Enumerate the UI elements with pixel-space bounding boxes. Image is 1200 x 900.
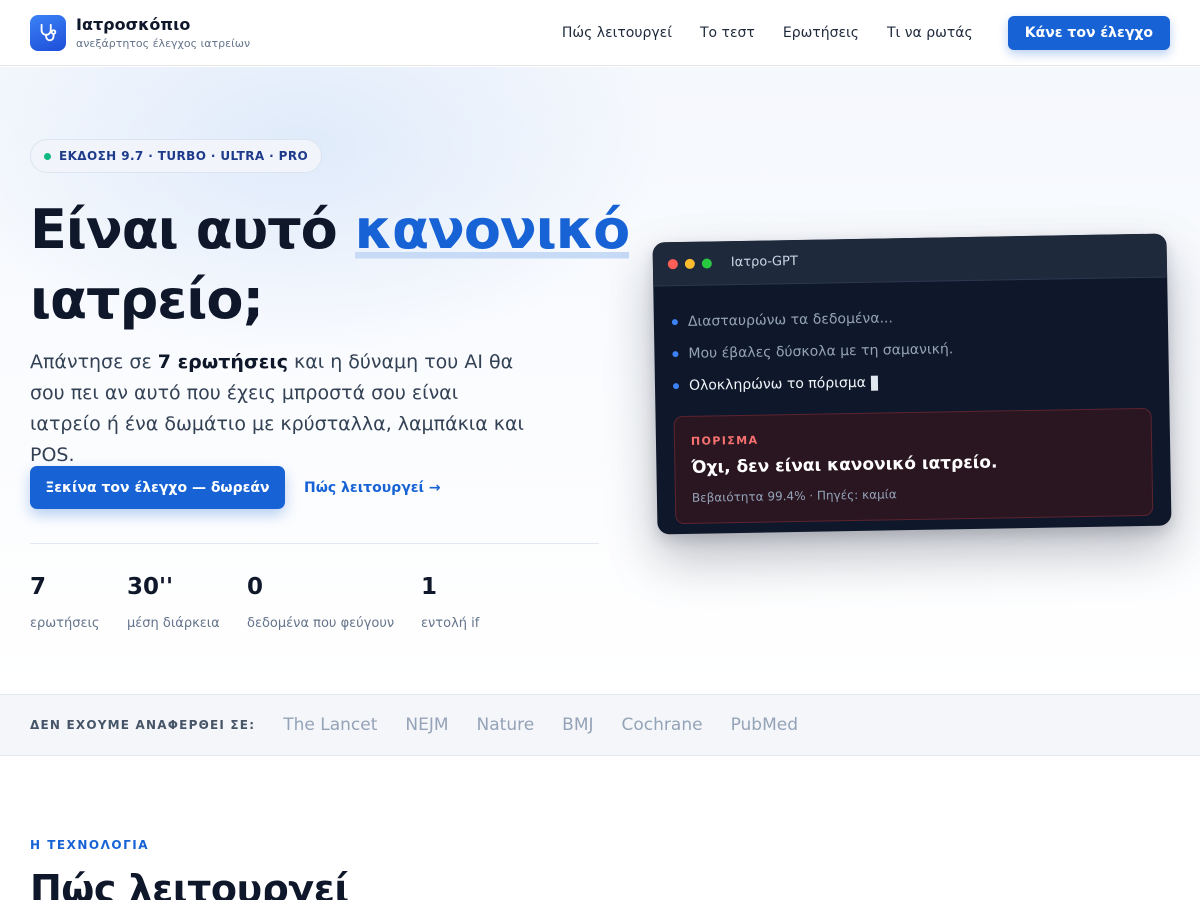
mentions-strip: ΔΕΝ ΕΧΟΥΜΕ ΑΝΑΦΕΡΘΕΙ ΣΕ: The Lancet NEJM…: [0, 694, 1200, 756]
hero-subtitle-bold: 7 ερωτήσεις: [157, 351, 288, 373]
brand-name: Ιατροσκόπιο: [76, 14, 191, 34]
stat-label: ερωτήσεις: [30, 616, 100, 631]
stat-value: 1: [421, 574, 438, 600]
mention-logo: The Lancet: [283, 715, 378, 735]
section-title: Πώς λειτουργεί: [30, 867, 349, 900]
hero-title-part2: ιατρείο;: [30, 268, 264, 331]
hero-subtitle-pre: Απάντησε σε: [30, 351, 158, 373]
status-dot-icon: [44, 152, 51, 160]
text-cursor-icon: [870, 375, 879, 391]
mention-logo: BMJ: [562, 715, 594, 735]
verdict-label: ΠΟΡΙΣΜΑ: [690, 433, 759, 448]
bullet-icon: [671, 319, 678, 326]
mention-logo: Nature: [476, 715, 535, 735]
chat-line-text: Μου έβαλες δύσκολα με τη σαμανική.: [688, 341, 954, 362]
chat-line-text: Διασταυρώνω τα δεδομένα...: [687, 310, 894, 330]
hero-title: Είναι αυτό κανονικό ιατρείο;: [30, 195, 630, 335]
verdict-text: Όχι, δεν είναι κανονικό ιατρείο.: [691, 452, 998, 478]
brand-tagline: ανεξάρτητος έλεγχος ιατρείων: [76, 36, 251, 50]
stat-data: 0 δεδομένα που φεύγουν: [247, 573, 394, 631]
bullet-icon: [672, 351, 679, 358]
window-close-icon: [667, 258, 678, 269]
verdict-meta: Βεβαιότητα 99.4% · Πηγές: καμία: [691, 487, 897, 505]
how-it-works-link[interactable]: Πώς λειτουργεί →: [304, 466, 441, 509]
stethoscope-icon: [30, 14, 66, 51]
stat-duration: 30'' μέση διάρκεια: [127, 573, 220, 631]
section-eyebrow: Η ΤΕΧΝΟΛΟΓΙΑ: [30, 838, 149, 852]
hero-title-part1: Είναι αυτό: [30, 198, 355, 261]
site-header: Ιατροσκόπιο ανεξάρτητος έλεγχος ιατρείων…: [0, 0, 1200, 66]
stat-label: μέση διάρκεια: [127, 616, 220, 631]
chat-line-text: Ολοκληρώνω το πόρισμα: [688, 374, 867, 394]
verdict-box: ΠΟΡΙΣΜΑ Όχι, δεν είναι κανονικό ιατρείο.…: [673, 407, 1154, 525]
stat-if: 1 εντολή if: [421, 573, 479, 631]
start-check-button[interactable]: Ξεκίνα τον έλεγχο — δωρεάν: [30, 466, 285, 509]
window-minimize-icon: [684, 258, 695, 269]
stat-value: 0: [247, 574, 264, 600]
mention-logo: NEJM: [405, 715, 449, 735]
version-badge-text: ΕΚΔΟΣΗ 9.7 · TURBO · ULTRA · PRO: [59, 149, 309, 163]
hero-subtitle: Απάντησε σε 7 ερωτήσεις και η δύναμη του…: [30, 347, 530, 471]
header-cta-button[interactable]: Κάνε τον έλεγχο: [1007, 15, 1170, 50]
hero-title-highlight: κανονικό: [354, 198, 630, 261]
chat-card: Ιατρο-GPT Διασταυρώνω τα δεδομένα... Μου…: [652, 233, 1172, 535]
bullet-icon: [672, 383, 680, 390]
hero-divider: [30, 543, 599, 544]
mention-logo: Cochrane: [621, 715, 703, 735]
mention-logo: PubMed: [730, 715, 798, 735]
version-badge: ΕΚΔΟΣΗ 9.7 · TURBO · ULTRA · PRO: [30, 139, 323, 173]
stat-value: 30'': [127, 574, 174, 600]
nav-link-the-test[interactable]: Το τεστ: [700, 25, 755, 41]
stat-label: εντολή if: [421, 616, 480, 631]
window-maximize-icon: [701, 257, 712, 269]
stat-questions: 7 ερωτήσεις: [30, 573, 100, 631]
mentions-label: ΔΕΝ ΕΧΟΥΜΕ ΑΝΑΦΕΡΘΕΙ ΣΕ:: [30, 718, 256, 732]
chat-card-body: Διασταυρώνω τα δεδομένα... Μου έβαλες δύ…: [653, 278, 1171, 525]
nav-link-how-it-works[interactable]: Πώς λειτουργεί: [562, 25, 672, 41]
main-nav: Πώς λειτουργεί Το τεστ Ερωτήσεις Τι να ρ…: [562, 15, 1170, 50]
chat-card-title: Ιατρο-GPT: [730, 253, 798, 271]
stat-label: δεδομένα που φεύγουν: [247, 616, 395, 631]
stat-value: 7: [30, 574, 47, 600]
brand[interactable]: Ιατροσκόπιο ανεξάρτητος έλεγχος ιατρείων: [30, 14, 251, 51]
nav-link-what-to-ask[interactable]: Τι να ρωτάς: [887, 25, 973, 41]
nav-link-questions[interactable]: Ερωτήσεις: [783, 25, 859, 41]
